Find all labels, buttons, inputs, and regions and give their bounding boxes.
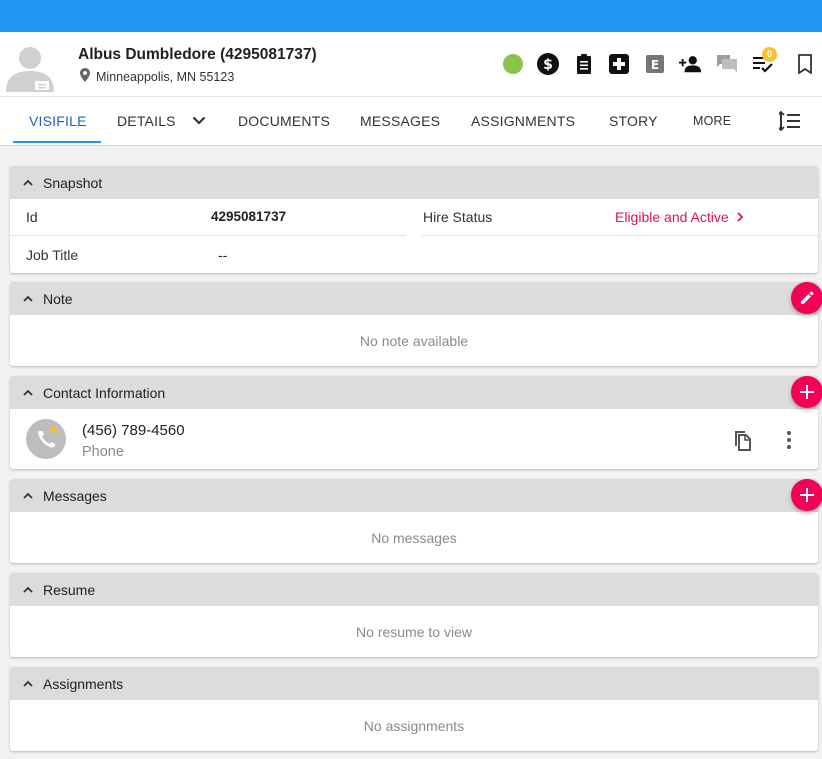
top-app-bar [0, 0, 822, 32]
clipboard-icon[interactable] [572, 52, 596, 76]
snapshot-header[interactable]: Snapshot [10, 166, 818, 199]
profile-header: Albus Dumbledore (4295081737) Minneappol… [0, 32, 822, 96]
dollar-icon[interactable]: $ [536, 52, 560, 76]
copy-icon[interactable] [730, 428, 752, 457]
chevron-up-icon [22, 677, 34, 689]
assignments-card: Assignments No assignments [10, 667, 818, 751]
snapshot-title: Snapshot [43, 175, 103, 191]
tab-messages[interactable]: MESSAGES [360, 97, 440, 145]
chevron-up-icon [22, 386, 34, 398]
hire-status-link[interactable]: Eligible and Active [615, 209, 745, 225]
assignments-header[interactable]: Assignments [10, 667, 818, 700]
resume-card: Resume No resume to view [10, 573, 818, 657]
contact-card: Contact Information (456) 789-4560 Phone [10, 376, 822, 469]
notification-badge: 0 [762, 47, 777, 62]
note-title: Note [43, 291, 73, 307]
phone-type: Phone [82, 444, 124, 460]
svg-text:E: E [651, 58, 659, 72]
tab-story[interactable]: STORY [609, 97, 658, 145]
note-empty-text: No note available [359, 333, 469, 349]
phone-number: (456) 789-4560 [82, 422, 185, 439]
pencil-icon [799, 290, 815, 306]
tab-documents[interactable]: DOCUMENTS [238, 97, 330, 145]
tab-assignments[interactable]: ASSIGNMENTS [471, 97, 575, 145]
chevron-up-icon [22, 292, 34, 304]
chevron-up-icon [22, 489, 34, 501]
edit-note-button[interactable] [791, 282, 822, 314]
snapshot-card: Snapshot Id 4295081737 Hire Status Eligi… [10, 166, 818, 273]
id-value: 4295081737 [211, 209, 287, 224]
bookmark-icon[interactable] [793, 52, 817, 76]
hire-status-label: Hire Status [423, 209, 493, 225]
assignments-title: Assignments [43, 676, 124, 692]
chevron-up-icon [22, 583, 34, 595]
more-vert-icon[interactable] [785, 430, 793, 455]
messages-empty-text: No messages [371, 530, 457, 546]
svg-text:$: $ [543, 57, 553, 73]
status-dot[interactable] [501, 52, 525, 76]
chevron-right-icon [735, 211, 745, 223]
job-title-label: Job Title [26, 247, 79, 263]
medical-plus-icon[interactable] [607, 52, 631, 76]
phone-avatar [26, 419, 66, 459]
tab-more[interactable]: MORE [693, 97, 731, 145]
resume-header[interactable]: Resume [10, 573, 818, 606]
hire-status-value: Eligible and Active [615, 209, 729, 225]
chevron-up-icon [22, 176, 34, 188]
note-header[interactable]: Note [10, 282, 822, 315]
add-person-icon[interactable] [678, 52, 702, 76]
add-contact-button[interactable] [791, 376, 822, 408]
job-title-value: -- [218, 247, 228, 263]
plus-icon [800, 385, 814, 399]
note-card: Note No note available [10, 282, 822, 366]
assignments-empty-text: No assignments [363, 718, 465, 734]
plus-icon [800, 488, 814, 502]
chat-icon[interactable] [715, 52, 739, 76]
chevron-down-icon [192, 116, 206, 126]
contact-header[interactable]: Contact Information [10, 376, 822, 409]
messages-header[interactable]: Messages [10, 479, 822, 512]
id-label: Id [26, 209, 38, 225]
tab-details[interactable]: DETAILS [117, 97, 206, 145]
contact-title: Contact Information [43, 385, 166, 401]
active-tab-indicator [13, 141, 101, 143]
sort-lines-icon[interactable] [779, 97, 801, 145]
tab-bar: VISIFILE DETAILS DOCUMENTS MESSAGES ASSI… [0, 96, 822, 146]
resume-title: Resume [43, 582, 96, 598]
add-message-button[interactable] [791, 479, 822, 511]
row-divider [10, 235, 406, 236]
tab-visifile[interactable]: VISIFILE [29, 97, 87, 145]
messages-card: Messages No messages [10, 479, 822, 563]
row-divider [422, 235, 818, 236]
resume-empty-text: No resume to view [356, 624, 472, 640]
tab-details-label: DETAILS [117, 113, 176, 129]
e-verify-icon[interactable]: E [643, 52, 667, 76]
messages-title: Messages [43, 488, 107, 504]
